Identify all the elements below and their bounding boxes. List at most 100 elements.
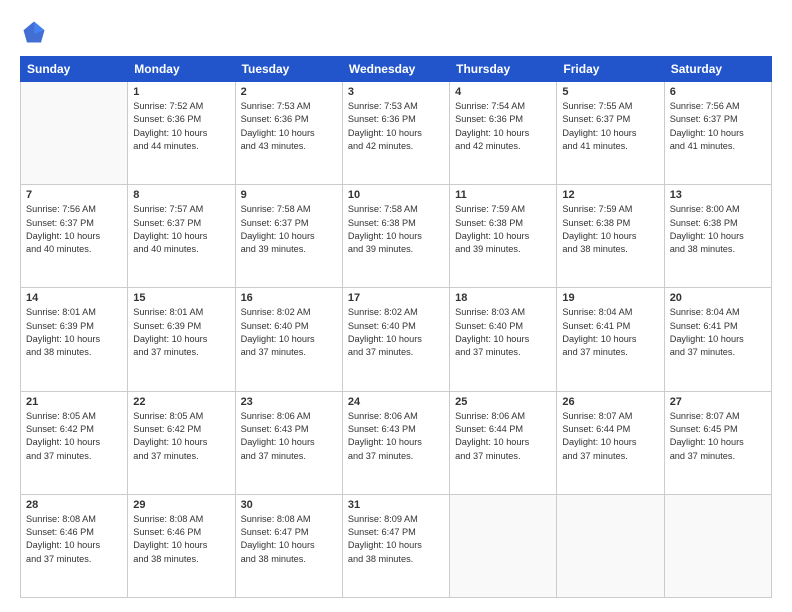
day-number: 2 — [241, 86, 337, 98]
day-number: 25 — [455, 396, 551, 408]
week-row-5: 28 Sunrise: 8:08 AM Sunset: 6:46 PM Dayli… — [21, 494, 772, 597]
cell-info: Sunrise: 8:04 AM Sunset: 6:41 PM Dayligh… — [670, 306, 766, 359]
day-number: 1 — [133, 86, 229, 98]
weekday-header-friday: Friday — [557, 57, 664, 82]
calendar-cell: 12Sunrise: 7:59 AM Sunset: 6:38 PM Dayli… — [557, 185, 664, 288]
page: SundayMondayTuesdayWednesdayThursdayFrid… — [0, 0, 792, 612]
weekday-header-saturday: Saturday — [664, 57, 771, 82]
calendar-cell: 22Sunrise: 8:05 AM Sunset: 6:42 PM Dayli… — [128, 391, 235, 494]
day-number: 6 — [670, 86, 766, 98]
calendar-cell: 4Sunrise: 7:54 AM Sunset: 6:36 PM Daylig… — [450, 82, 557, 185]
day-number: 9 — [241, 189, 337, 201]
cell-info: Sunrise: 8:08 AM Sunset: 6:46 PM Dayligh… — [133, 513, 229, 566]
day-number: 20 — [670, 292, 766, 304]
cell-info: Sunrise: 7:58 AM Sunset: 6:37 PM Dayligh… — [241, 203, 337, 256]
calendar-cell: 18 Sunrise: 8:03 AM Sunset: 6:40 PM Dayli… — [450, 288, 557, 391]
weekday-header-thursday: Thursday — [450, 57, 557, 82]
day-number: 24 — [348, 396, 444, 408]
calendar-cell: 27Sunrise: 8:07 AM Sunset: 6:45 PM Dayli… — [664, 391, 771, 494]
weekday-header-tuesday: Tuesday — [235, 57, 342, 82]
weekday-header-row: SundayMondayTuesdayWednesdayThursdayFrid… — [21, 57, 772, 82]
calendar-cell: 26 Sunrise: 8:07 AM Sunset: 6:44 PM Dayli… — [557, 391, 664, 494]
cell-info: Sunrise: 8:05 AM Sunset: 6:42 PM Dayligh… — [133, 410, 229, 463]
cell-info: Sunrise: 8:04 AM Sunset: 6:41 PM Dayligh… — [562, 306, 658, 359]
cell-info: Sunrise: 7:56 AM Sunset: 6:37 PM Dayligh… — [670, 100, 766, 153]
calendar-cell: 21 Sunrise: 8:05 AM Sunset: 6:42 PM Dayli… — [21, 391, 128, 494]
cell-info: Sunrise: 8:01 AM Sunset: 6:39 PM Dayligh… — [26, 306, 122, 359]
day-number: 15 — [133, 292, 229, 304]
calendar-cell: 5 Sunrise: 7:55 AM Sunset: 6:37 PM Daylig… — [557, 82, 664, 185]
day-number: 28 — [26, 499, 122, 511]
calendar-cell: 8 Sunrise: 7:57 AM Sunset: 6:37 PM Daylig… — [128, 185, 235, 288]
day-number: 4 — [455, 86, 551, 98]
calendar-cell: 25 Sunrise: 8:06 AM Sunset: 6:44 PM Dayli… — [450, 391, 557, 494]
calendar-cell — [21, 82, 128, 185]
calendar-cell: 2 Sunrise: 7:53 AM Sunset: 6:36 PM Daylig… — [235, 82, 342, 185]
day-number: 21 — [26, 396, 122, 408]
week-row-4: 21 Sunrise: 8:05 AM Sunset: 6:42 PM Dayli… — [21, 391, 772, 494]
cell-info: Sunrise: 8:08 AM Sunset: 6:47 PM Dayligh… — [241, 513, 337, 566]
cell-info: Sunrise: 7:53 AM Sunset: 6:36 PM Dayligh… — [241, 100, 337, 153]
calendar-cell: 23Sunrise: 8:06 AM Sunset: 6:43 PM Dayli… — [235, 391, 342, 494]
calendar-table: SundayMondayTuesdayWednesdayThursdayFrid… — [20, 56, 772, 598]
calendar-cell — [664, 494, 771, 597]
day-number: 27 — [670, 396, 766, 408]
day-number: 30 — [241, 499, 337, 511]
day-number: 11 — [455, 189, 551, 201]
cell-info: Sunrise: 8:09 AM Sunset: 6:47 PM Dayligh… — [348, 513, 444, 566]
calendar-cell — [557, 494, 664, 597]
day-number: 13 — [670, 189, 766, 201]
calendar-cell: 13 Sunrise: 8:00 AM Sunset: 6:38 PM Dayli… — [664, 185, 771, 288]
cell-info: Sunrise: 8:02 AM Sunset: 6:40 PM Dayligh… — [348, 306, 444, 359]
day-number: 5 — [562, 86, 658, 98]
cell-info: Sunrise: 8:05 AM Sunset: 6:42 PM Dayligh… — [26, 410, 122, 463]
day-number: 26 — [562, 396, 658, 408]
cell-info: Sunrise: 7:53 AM Sunset: 6:36 PM Dayligh… — [348, 100, 444, 153]
calendar-cell: 9 Sunrise: 7:58 AM Sunset: 6:37 PM Daylig… — [235, 185, 342, 288]
cell-info: Sunrise: 8:07 AM Sunset: 6:44 PM Dayligh… — [562, 410, 658, 463]
cell-info: Sunrise: 8:06 AM Sunset: 6:43 PM Dayligh… — [348, 410, 444, 463]
cell-info: Sunrise: 8:01 AM Sunset: 6:39 PM Dayligh… — [133, 306, 229, 359]
calendar-cell: 31 Sunrise: 8:09 AM Sunset: 6:47 PM Dayli… — [342, 494, 449, 597]
cell-info: Sunrise: 7:56 AM Sunset: 6:37 PM Dayligh… — [26, 203, 122, 256]
weekday-header-sunday: Sunday — [21, 57, 128, 82]
calendar-cell: 15 Sunrise: 8:01 AM Sunset: 6:39 PM Dayli… — [128, 288, 235, 391]
cell-info: Sunrise: 8:06 AM Sunset: 6:43 PM Dayligh… — [241, 410, 337, 463]
calendar-cell: 29Sunrise: 8:08 AM Sunset: 6:46 PM Dayli… — [128, 494, 235, 597]
weekday-header-monday: Monday — [128, 57, 235, 82]
cell-info: Sunrise: 8:03 AM Sunset: 6:40 PM Dayligh… — [455, 306, 551, 359]
day-number: 19 — [562, 292, 658, 304]
cell-info: Sunrise: 7:57 AM Sunset: 6:37 PM Dayligh… — [133, 203, 229, 256]
day-number: 8 — [133, 189, 229, 201]
cell-info: Sunrise: 7:55 AM Sunset: 6:37 PM Dayligh… — [562, 100, 658, 153]
day-number: 7 — [26, 189, 122, 201]
cell-info: Sunrise: 8:00 AM Sunset: 6:38 PM Dayligh… — [670, 203, 766, 256]
calendar-cell: 17 Sunrise: 8:02 AM Sunset: 6:40 PM Dayli… — [342, 288, 449, 391]
calendar-cell: 24 Sunrise: 8:06 AM Sunset: 6:43 PM Dayli… — [342, 391, 449, 494]
cell-info: Sunrise: 8:06 AM Sunset: 6:44 PM Dayligh… — [455, 410, 551, 463]
calendar-cell: 1 Sunrise: 7:52 AM Sunset: 6:36 PM Daylig… — [128, 82, 235, 185]
day-number: 31 — [348, 499, 444, 511]
day-number: 16 — [241, 292, 337, 304]
day-number: 3 — [348, 86, 444, 98]
calendar-cell: 30 Sunrise: 8:08 AM Sunset: 6:47 PM Dayli… — [235, 494, 342, 597]
logo — [20, 18, 52, 46]
day-number: 10 — [348, 189, 444, 201]
calendar-cell: 28 Sunrise: 8:08 AM Sunset: 6:46 PM Dayli… — [21, 494, 128, 597]
calendar-cell: 14Sunrise: 8:01 AM Sunset: 6:39 PM Dayli… — [21, 288, 128, 391]
cell-info: Sunrise: 7:52 AM Sunset: 6:36 PM Dayligh… — [133, 100, 229, 153]
header — [20, 18, 772, 46]
cell-info: Sunrise: 8:08 AM Sunset: 6:46 PM Dayligh… — [26, 513, 122, 566]
cell-info: Sunrise: 8:02 AM Sunset: 6:40 PM Dayligh… — [241, 306, 337, 359]
calendar-cell: 3 Sunrise: 7:53 AM Sunset: 6:36 PM Daylig… — [342, 82, 449, 185]
day-number: 18 — [455, 292, 551, 304]
calendar-cell: 7 Sunrise: 7:56 AM Sunset: 6:37 PM Daylig… — [21, 185, 128, 288]
cell-info: Sunrise: 7:59 AM Sunset: 6:38 PM Dayligh… — [562, 203, 658, 256]
week-row-1: 1 Sunrise: 7:52 AM Sunset: 6:36 PM Daylig… — [21, 82, 772, 185]
week-row-3: 14Sunrise: 8:01 AM Sunset: 6:39 PM Dayli… — [21, 288, 772, 391]
calendar-cell: 16 Sunrise: 8:02 AM Sunset: 6:40 PM Dayli… — [235, 288, 342, 391]
cell-info: Sunrise: 7:58 AM Sunset: 6:38 PM Dayligh… — [348, 203, 444, 256]
calendar-cell: 19 Sunrise: 8:04 AM Sunset: 6:41 PM Dayli… — [557, 288, 664, 391]
day-number: 17 — [348, 292, 444, 304]
calendar-cell: 11Sunrise: 7:59 AM Sunset: 6:38 PM Dayli… — [450, 185, 557, 288]
